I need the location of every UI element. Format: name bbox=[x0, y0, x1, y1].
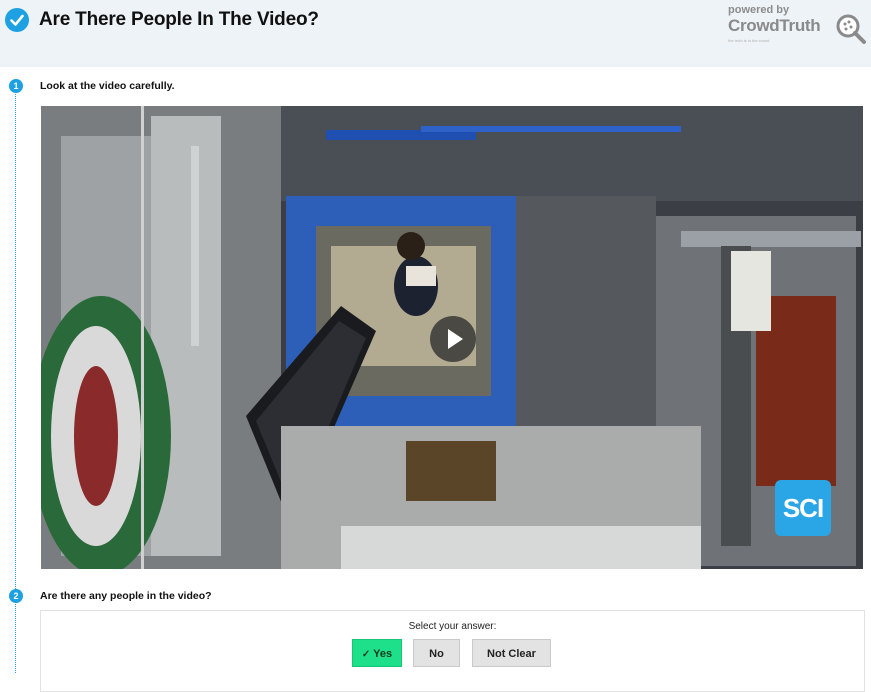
answer-panel: Select your answer: ✓ Yes No Not Clear bbox=[40, 610, 865, 692]
brand-powered-by: powered by bbox=[728, 4, 790, 16]
check-circle-icon bbox=[5, 8, 29, 32]
not-clear-label: Not Clear bbox=[487, 648, 536, 660]
play-button[interactable] bbox=[430, 316, 476, 362]
step-label-2: Are there any people in the video? bbox=[40, 590, 212, 602]
yes-button[interactable]: ✓ Yes bbox=[352, 639, 402, 667]
steps-connector bbox=[15, 92, 16, 673]
no-label: No bbox=[429, 648, 444, 660]
not-clear-button[interactable]: Not Clear bbox=[472, 639, 551, 667]
brand-tagline: the truth is in the crowd bbox=[728, 38, 770, 43]
step-number-1: 1 bbox=[9, 79, 23, 93]
step-label-1: Look at the video carefully. bbox=[40, 80, 175, 92]
check-icon: ✓ bbox=[361, 649, 371, 660]
video-player[interactable]: SCI bbox=[41, 106, 863, 569]
answer-prompt: Select your answer: bbox=[408, 621, 497, 632]
sci-watermark: SCI bbox=[775, 480, 831, 536]
play-icon bbox=[448, 329, 463, 349]
step-number-2: 2 bbox=[9, 589, 23, 603]
no-button[interactable]: No bbox=[413, 639, 460, 667]
page-title: Are There People In The Video? bbox=[39, 9, 319, 30]
task-header: Are There People In The Video? powered b… bbox=[0, 0, 871, 67]
brand-name: CrowdTruth bbox=[728, 16, 821, 35]
yes-label: Yes bbox=[373, 648, 393, 660]
magnifier-icon bbox=[836, 14, 866, 44]
crowdtruth-logo[interactable]: powered by CrowdTruth the truth is in th… bbox=[728, 4, 868, 48]
